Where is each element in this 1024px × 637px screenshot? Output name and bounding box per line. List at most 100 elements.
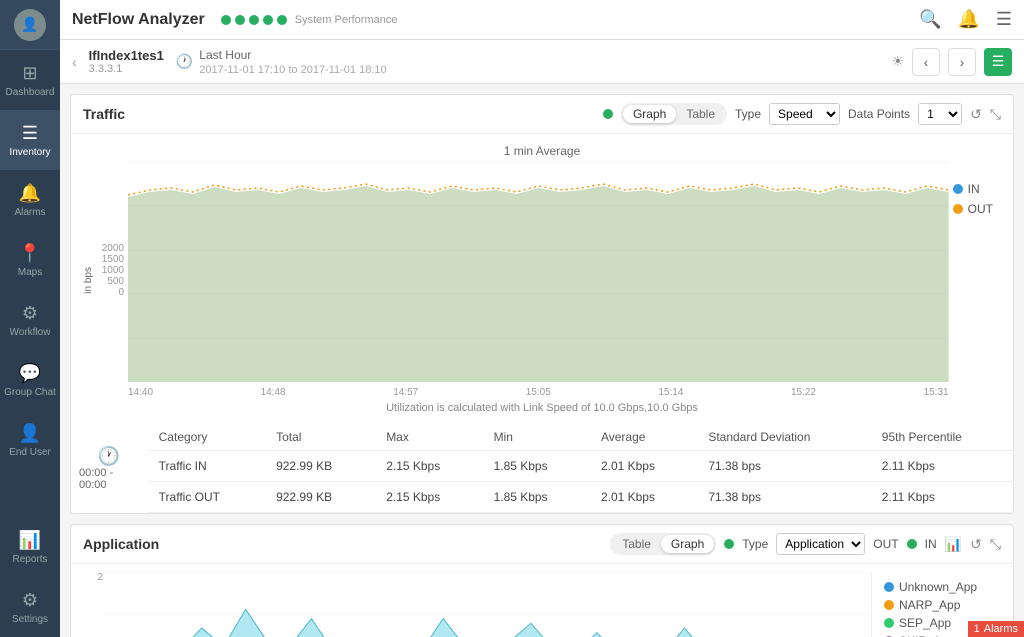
stats-table-wrapper: 🕐 00:00 - 00:00 Category Total Max Min A… bbox=[71, 424, 1013, 513]
content-area: Traffic Graph Table Type Speed Volume Da… bbox=[60, 84, 1024, 637]
app-type-label: Type bbox=[742, 537, 768, 551]
narp-app-label: NARP_App bbox=[899, 598, 960, 612]
alarms-badge[interactable]: 1 Alarms bbox=[968, 621, 1024, 637]
stats-table: Category Total Max Min Average Standard … bbox=[147, 424, 1013, 513]
sidebar-label-inventory: Inventory bbox=[9, 147, 50, 158]
app-graph-toggle-btn[interactable]: Graph bbox=[661, 535, 714, 553]
th-total: Total bbox=[264, 424, 374, 451]
traffic-chart-container: 1 min Average in bps 2000 1500 1000 500 … bbox=[71, 134, 1013, 424]
graph-toggle-btn[interactable]: Graph bbox=[623, 105, 676, 123]
sidebar: 👤 ⊞ Dashboard ☰ Inventory 🔔 Alarms 📍 Map… bbox=[0, 0, 60, 637]
table-row-in: Traffic IN 922.99 KB 2.15 Kbps 1.85 Kbps… bbox=[147, 451, 1013, 482]
menu-green-button[interactable]: ☰ bbox=[984, 48, 1012, 76]
th-percentile: 95th Percentile bbox=[870, 424, 1013, 451]
time-info: 🕐 Last Hour 2017-11-01 17:10 to 2017-11-… bbox=[176, 48, 387, 76]
x-label-3: 15:05 bbox=[526, 387, 551, 398]
x-label-2: 14:57 bbox=[393, 387, 418, 398]
x-label-1: 14:48 bbox=[261, 387, 286, 398]
row-in-min: 1.85 Kbps bbox=[482, 451, 589, 482]
settings-icon: ⚙ bbox=[22, 590, 38, 611]
sidebar-item-inventory[interactable]: ☰ Inventory bbox=[0, 110, 60, 170]
topbar: NetFlow Analyzer System Performance 🔍 🔔 … bbox=[60, 0, 1024, 40]
th-max: Max bbox=[374, 424, 481, 451]
sidebar-item-dashboard[interactable]: ⊞ Dashboard bbox=[0, 50, 60, 110]
refresh-icon[interactable]: ↺ bbox=[970, 106, 982, 123]
prev-button[interactable]: ‹ bbox=[912, 48, 940, 76]
alarms-count: 1 bbox=[974, 623, 980, 635]
sidebar-item-workflow[interactable]: ⚙ Workflow bbox=[0, 290, 60, 350]
expand-icon[interactable]: ⤡ bbox=[990, 106, 1001, 123]
row-in-stddev: 71.38 bps bbox=[696, 451, 869, 482]
unknown-app-label: Unknown_App bbox=[899, 580, 977, 594]
status-dot-4 bbox=[263, 15, 273, 25]
traffic-toggle-group: Graph Table bbox=[621, 103, 727, 125]
app-chart-main bbox=[103, 572, 871, 637]
sidebar-item-reports[interactable]: 📊 Reports bbox=[0, 517, 60, 577]
sidebar-item-settings[interactable]: ⚙ Settings bbox=[0, 577, 60, 637]
table-toggle-btn[interactable]: Table bbox=[676, 105, 725, 123]
row-out-pct: 2.11 Kbps bbox=[870, 482, 1013, 513]
next-button[interactable]: › bbox=[948, 48, 976, 76]
traffic-title: Traffic bbox=[83, 106, 595, 122]
nav-back-arrow[interactable]: ‹ bbox=[72, 54, 77, 70]
chart-legend: IN OUT bbox=[953, 162, 1001, 398]
sidebar-label-workflow: Workflow bbox=[10, 327, 51, 338]
legend-narp-app: NARP_App bbox=[884, 598, 989, 612]
row-out-min: 1.85 Kbps bbox=[482, 482, 589, 513]
type-select[interactable]: Speed Volume bbox=[769, 103, 840, 125]
app-expand-icon[interactable]: ⤡ bbox=[990, 536, 1001, 553]
chart-note: Utilization is calculated with Link Spee… bbox=[83, 402, 1001, 414]
datapoints-select[interactable]: 1 5 10 bbox=[918, 103, 962, 125]
x-label-6: 15:31 bbox=[924, 387, 949, 398]
topbar-icons: 🔍 🔔 ☰ bbox=[919, 9, 1012, 30]
in-area bbox=[128, 186, 949, 382]
alarms-label: Alarms bbox=[984, 623, 1018, 635]
status-dot-3 bbox=[249, 15, 259, 25]
app-in-label: IN bbox=[925, 537, 937, 551]
application-controls: Table Graph Type Application Protocol OU… bbox=[610, 533, 1001, 555]
y-label-500: 500 bbox=[107, 276, 124, 287]
y-label-2000: 2000 bbox=[102, 243, 124, 254]
table-row-out: Traffic OUT 922.99 KB 2.15 Kbps 1.85 Kbp… bbox=[147, 482, 1013, 513]
x-axis: 14:40 14:48 14:57 15:05 15:14 15:22 15:3… bbox=[128, 385, 949, 398]
sidebar-item-enduser[interactable]: 👤 End User bbox=[0, 410, 60, 470]
row-out-avg: 2.01 Kbps bbox=[589, 482, 696, 513]
menu-icon[interactable]: ☰ bbox=[996, 9, 1012, 30]
sidebar-item-maps[interactable]: 📍 Maps bbox=[0, 230, 60, 290]
out-legend-dot bbox=[953, 204, 963, 214]
groupchat-icon: 💬 bbox=[19, 363, 41, 384]
legend-unknown-app: Unknown_App bbox=[884, 580, 989, 594]
app-chart-area: 2 bbox=[71, 564, 1013, 637]
status-dots bbox=[221, 15, 287, 25]
in-legend-dot bbox=[953, 184, 963, 194]
sun-icon[interactable]: ☀ bbox=[891, 53, 904, 70]
y-label-1500: 1500 bbox=[102, 254, 124, 265]
app-refresh-icon[interactable]: ↺ bbox=[970, 536, 982, 553]
row-in-pct: 2.11 Kbps bbox=[870, 451, 1013, 482]
search-icon[interactable]: 🔍 bbox=[919, 9, 941, 30]
y-axis: 2000 1500 1000 500 0 bbox=[94, 243, 124, 318]
app-type-select[interactable]: Application Protocol bbox=[776, 533, 865, 555]
avatar: 👤 bbox=[14, 9, 46, 41]
sidebar-item-groupchat[interactable]: 💬 Group Chat bbox=[0, 350, 60, 410]
sep-app-dot bbox=[884, 618, 894, 628]
enduser-icon: 👤 bbox=[19, 423, 41, 444]
graph-dot bbox=[603, 109, 613, 119]
sidebar-item-alarms[interactable]: 🔔 Alarms bbox=[0, 170, 60, 230]
status-dot-2 bbox=[235, 15, 245, 25]
y-label-0: 0 bbox=[118, 287, 124, 298]
app-table-toggle-btn[interactable]: Table bbox=[612, 535, 661, 553]
y-label-1000: 1000 bbox=[102, 265, 124, 276]
status-dot-1 bbox=[221, 15, 231, 25]
app-area bbox=[103, 609, 871, 637]
sidebar-avatar: 👤 bbox=[0, 0, 60, 50]
legend-out: OUT bbox=[953, 202, 993, 216]
sidebar-label-dashboard: Dashboard bbox=[6, 87, 55, 98]
clock-icon: 🕐 bbox=[176, 53, 193, 70]
bell-icon[interactable]: 🔔 bbox=[957, 9, 979, 30]
chart-title: 1 min Average bbox=[83, 144, 1001, 158]
app-bar-icon[interactable]: 📊 bbox=[945, 536, 962, 553]
time-display: 00:00 - 00:00 bbox=[79, 467, 139, 491]
status-dot-5 bbox=[277, 15, 287, 25]
app-toggle-group: Table Graph bbox=[610, 533, 716, 555]
